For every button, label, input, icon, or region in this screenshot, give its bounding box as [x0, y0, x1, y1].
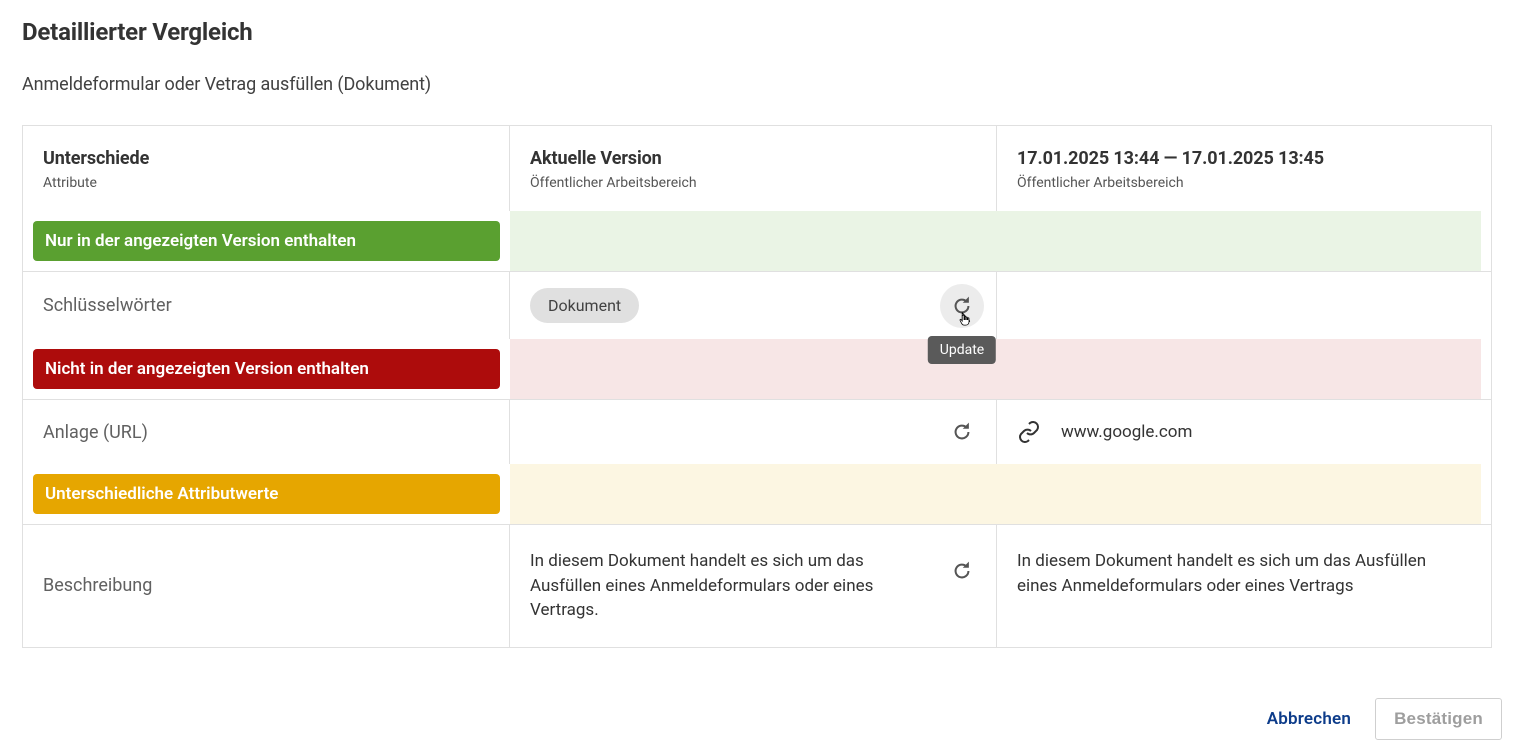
banner-not-in-shown: Nicht in der angezeigten Version enthalt… [23, 339, 1491, 399]
label-description: Beschreibung [43, 575, 152, 596]
description-current: In diesem Dokument handelt es sich um da… [530, 549, 910, 623]
banner-only-in-shown: Nur in der angezeigten Version enthalten [23, 211, 1491, 271]
col-compared-sub: Öffentlicher Arbeitsbereich [1017, 175, 1471, 191]
table-header-row: Unterschiede Attribute Aktuelle Version … [23, 125, 1491, 211]
cancel-button[interactable]: Abbrechen [1261, 699, 1357, 739]
banner-not-in-shown-label: Nicht in der angezeigten Version enthalt… [33, 349, 500, 389]
label-url: Anlage (URL) [43, 422, 148, 443]
col-differences-title: Unterschiede [43, 148, 489, 169]
link-icon [1017, 420, 1041, 444]
description-compared: In diesem Dokument handelt es sich um da… [1017, 549, 1457, 598]
update-button-description[interactable] [940, 549, 984, 593]
banner-only-in-shown-label: Nur in der angezeigten Version enthalten [33, 221, 500, 261]
banner-different-values-label: Unterschiedliche Attributwerte [33, 474, 500, 514]
col-current-sub: Öffentlicher Arbeitsbereich [530, 175, 976, 191]
url-value[interactable]: www.google.com [1061, 422, 1192, 442]
chip-document: Dokument [530, 288, 639, 323]
page-subtitle: Anmeldeformular oder Vetrag ausfüllen (D… [22, 74, 1492, 95]
col-compared-title: 17.01.2025 13:44 — 17.01.2025 13:45 [1017, 148, 1471, 169]
comparison-table: Unterschiede Attribute Aktuelle Version … [22, 125, 1492, 648]
refresh-icon [951, 421, 973, 443]
row-description: Beschreibung In diesem Dokument handelt … [23, 524, 1491, 647]
refresh-icon [951, 560, 973, 582]
dialog-footer: Abbrechen Bestätigen [0, 648, 1514, 750]
col-differences-sub: Attribute [43, 175, 489, 191]
tooltip-update: Update [928, 336, 996, 364]
update-button-url[interactable] [940, 410, 984, 454]
label-keywords: Schlüsselwörter [43, 295, 172, 316]
col-current-title: Aktuelle Version [530, 148, 976, 169]
update-button-keywords[interactable] [940, 284, 984, 328]
confirm-button[interactable]: Bestätigen [1375, 698, 1502, 740]
refresh-icon [951, 295, 973, 317]
banner-different-values: Unterschiedliche Attributwerte [23, 464, 1491, 524]
row-keywords: Schlüsselwörter Dokument [23, 271, 1491, 339]
row-url: Anlage (URL) www.google.com [23, 399, 1491, 464]
page-title: Detaillierter Vergleich [22, 18, 1492, 46]
